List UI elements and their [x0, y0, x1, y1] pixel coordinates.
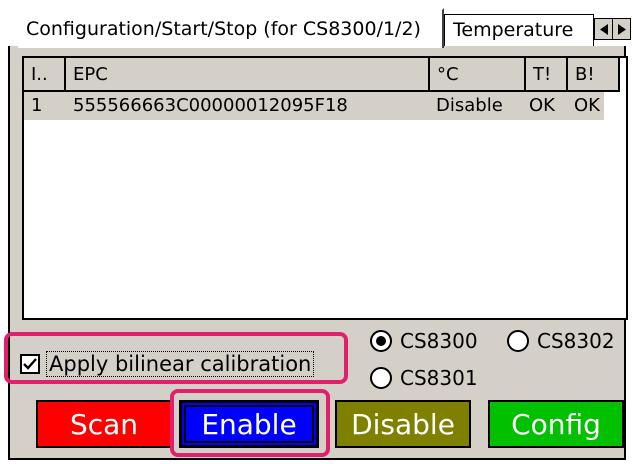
- tab-temperature[interactable]: Temperature: [444, 14, 594, 46]
- triangle-right-icon: [617, 23, 626, 35]
- table-row[interactable]: 1 555566663C00000012095F18 Disable OK OK: [24, 92, 604, 120]
- column-header-index[interactable]: I..: [24, 58, 66, 92]
- tab-configuration[interactable]: Configuration/Start/Stop (for CS8300/1/2…: [18, 8, 444, 48]
- tab-temperature-label: Temperature: [453, 19, 574, 41]
- row-epc: 555566663C00000012095F18: [73, 95, 348, 116]
- config-button[interactable]: Config: [488, 400, 624, 448]
- radio-cs8302-label: CS8302: [537, 329, 615, 353]
- row-t-status: OK: [529, 95, 555, 116]
- triangle-left-icon: [599, 23, 608, 35]
- row-b-status: OK: [574, 95, 600, 116]
- tab-scroll-right-button[interactable]: [612, 18, 631, 40]
- column-header-temperature[interactable]: °C: [430, 58, 526, 92]
- scan-button[interactable]: Scan: [36, 400, 172, 448]
- app-window: Configuration/Start/Stop (for CS8300/1/2…: [0, 0, 633, 464]
- apply-bilinear-calibration-checkbox[interactable]: Apply bilinear calibration: [14, 340, 348, 388]
- radio-unchecked-icon: [370, 367, 392, 389]
- tag-list-header: I.. EPC °C T! B!: [24, 58, 626, 92]
- column-header-epc[interactable]: EPC: [66, 58, 430, 92]
- tab-scroll-left-button[interactable]: [594, 18, 613, 40]
- radio-cs8300[interactable]: CS8300: [370, 329, 478, 353]
- disable-button[interactable]: Disable: [335, 400, 471, 448]
- column-header-t[interactable]: T!: [526, 58, 568, 92]
- checkbox-checked-icon: [20, 354, 40, 374]
- checkmark-icon: [23, 358, 37, 370]
- column-header-b[interactable]: B!: [568, 58, 620, 92]
- radio-cs8300-label: CS8300: [400, 329, 478, 353]
- row-index: 1: [31, 95, 43, 116]
- radio-cs8302[interactable]: CS8302: [507, 329, 615, 353]
- row-temperature: Disable: [436, 95, 503, 116]
- radio-unchecked-icon: [507, 330, 529, 352]
- radio-cs8301-label: CS8301: [400, 366, 478, 390]
- checkbox-label: Apply bilinear calibration: [46, 351, 315, 377]
- tab-configuration-label: Configuration/Start/Stop (for CS8300/1/2…: [26, 18, 421, 40]
- radio-checked-icon: [370, 330, 392, 352]
- radio-cs8301[interactable]: CS8301: [370, 366, 478, 390]
- tag-list[interactable]: I.. EPC °C T! B! 1 555566663C00000012095…: [22, 56, 628, 320]
- enable-button[interactable]: Enable: [179, 400, 319, 448]
